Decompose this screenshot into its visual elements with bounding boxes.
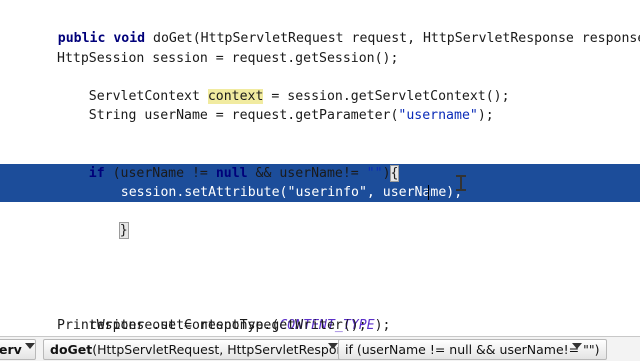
chevron-down-icon[interactable] [572, 343, 582, 349]
text-caret [428, 185, 429, 200]
breadcrumb: erv doGet(HttpServletRequest, HttpServle… [0, 336, 640, 361]
code-line-set-session[interactable]: session.setAttribute("userinfo", userNam… [89, 164, 462, 200]
code-line-username[interactable]: String userName = request.getParameter("… [57, 87, 494, 123]
set2-post: , userName); [366, 204, 463, 219]
username-post: ); [477, 108, 494, 123]
method-signature: doGet(HttpServletRequest request, HttpSe… [145, 31, 640, 46]
chevron-down-icon[interactable] [25, 343, 35, 349]
username-string: "username" [398, 108, 478, 123]
code-editor[interactable]: public void doGet(HttpServletRequest req… [0, 0, 640, 336]
breadcrumb-method[interactable]: doGet(HttpServletRequest, HttpServletRes… [43, 339, 371, 360]
code-line-content-type[interactable]: response.setContentType(CONTENT_TYPE); [57, 297, 391, 333]
code-line-set-context[interactable]: context.setAttribute("userinfo", userNam… [89, 183, 462, 219]
set2-pre: context.setAttribute( [120, 204, 288, 219]
code-line-context[interactable]: ServletContext context = session.getServ… [57, 68, 510, 104]
keyword-public-void: public void [57, 31, 146, 46]
code-line-session[interactable]: HttpSession session = request.getSession… [57, 49, 398, 68]
close-brace-match: } [118, 222, 129, 239]
code-line-close-brace[interactable]: } [88, 202, 129, 239]
set2-string: "userinfo" [287, 204, 367, 219]
content-type-post: ); [374, 318, 391, 333]
code-line-if[interactable]: if (userName != null && userName!= ""){ [57, 145, 400, 182]
code-line-signature[interactable]: public void doGet(HttpServletRequest req… [26, 10, 640, 46]
chevron-down-icon[interactable] [328, 343, 338, 349]
code-line-writer[interactable]: PrintWriter out = response.getWriter(); [57, 316, 367, 335]
breadcrumb-if-block[interactable]: if (userName != null && userName!= "") [338, 339, 607, 360]
username-pre: String userName = request.getParameter( [88, 108, 399, 123]
ibeam-cursor-icon [456, 175, 466, 191]
